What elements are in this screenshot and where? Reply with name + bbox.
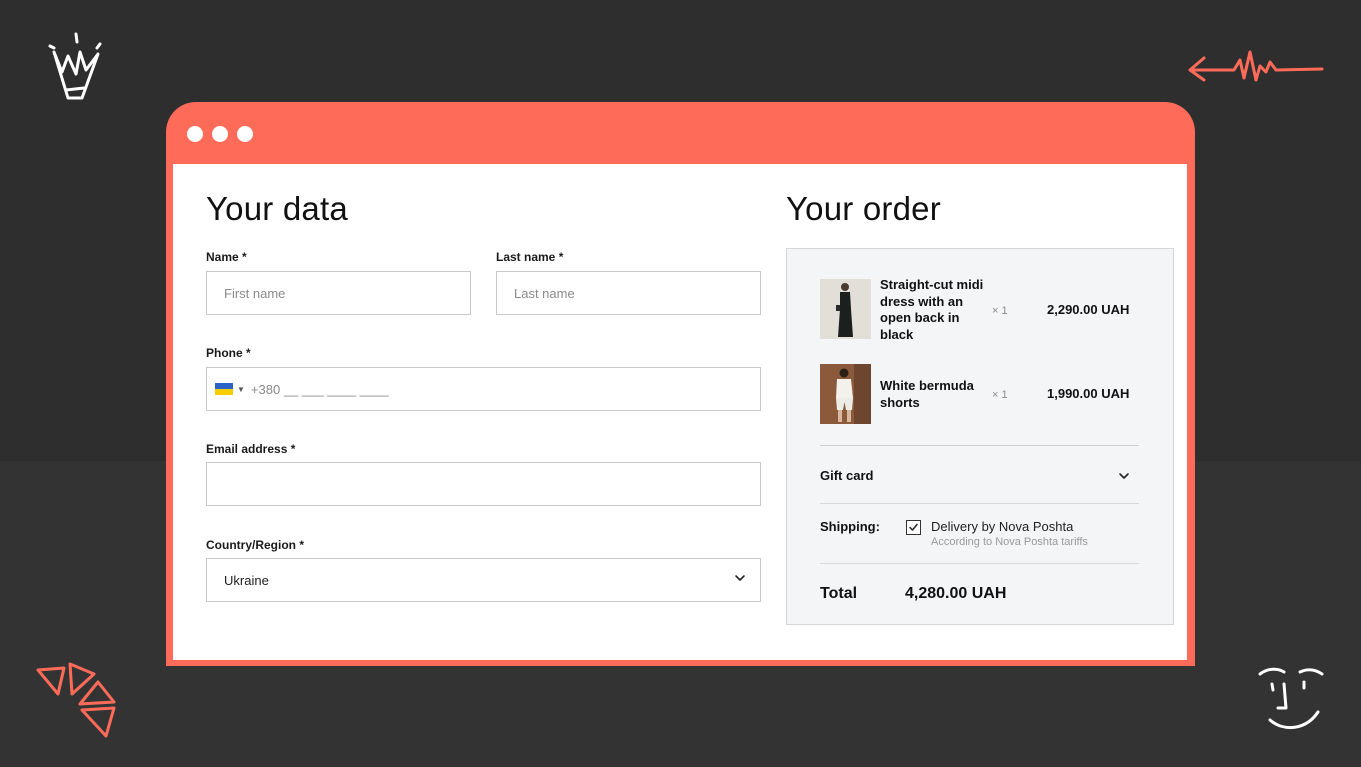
ukraine-flag-icon[interactable] bbox=[215, 383, 233, 395]
divider bbox=[820, 445, 1139, 446]
browser-window: Your data Name * First name Last name * … bbox=[166, 102, 1195, 666]
divider bbox=[820, 563, 1139, 564]
item-name: White bermuda shorts bbox=[880, 378, 974, 410]
your-order-heading: Your order bbox=[786, 190, 941, 227]
country-value: Ukraine bbox=[224, 572, 269, 588]
last-name-label: Last name * bbox=[496, 250, 564, 264]
phone-label: Phone * bbox=[206, 346, 251, 360]
window-dot[interactable] bbox=[187, 126, 203, 142]
total-value: 4,280.00 UAH bbox=[905, 585, 1007, 602]
email-field[interactable] bbox=[206, 462, 761, 506]
email-label: Email address * bbox=[206, 442, 296, 456]
divider bbox=[820, 503, 1139, 504]
country-code-dropdown-icon[interactable]: ▼ bbox=[237, 385, 245, 394]
window-dot[interactable] bbox=[212, 126, 228, 142]
first-name-placeholder: First name bbox=[224, 285, 286, 301]
item-price: 1,990.00 UAH bbox=[1047, 386, 1130, 401]
shorts-product-image[interactable] bbox=[820, 364, 871, 424]
dress-product-image[interactable] bbox=[820, 279, 871, 339]
item-price: 2,290.00 UAH bbox=[1047, 302, 1130, 317]
first-name-field[interactable]: First name bbox=[206, 271, 471, 315]
item-qty: × 1 bbox=[992, 305, 1008, 317]
chevron-down-icon[interactable] bbox=[1118, 469, 1130, 487]
country-select[interactable]: Ukraine bbox=[206, 558, 761, 602]
item-name: Straight-cut midi dress with an open bac… bbox=[880, 277, 984, 342]
order-summary: Straight-cut midi dress with an open bac… bbox=[786, 248, 1174, 625]
phone-field[interactable]: ▼ +380 __ ___ ____ ____ bbox=[206, 367, 761, 411]
shipping-option[interactable]: Delivery by Nova Poshta bbox=[931, 519, 1073, 534]
shipping-label: Shipping: bbox=[820, 519, 880, 534]
phone-placeholder: +380 __ ___ ____ ____ bbox=[250, 381, 389, 397]
crown-doodle-icon bbox=[46, 30, 106, 104]
item-qty: × 1 bbox=[992, 389, 1008, 401]
name-label: Name * bbox=[206, 250, 247, 264]
last-name-placeholder: Last name bbox=[514, 285, 575, 301]
window-dot[interactable] bbox=[237, 126, 253, 142]
shipping-note: According to Nova Poshta tariffs bbox=[931, 536, 1088, 548]
face-doodle-icon bbox=[1256, 664, 1326, 734]
window-controls bbox=[187, 126, 253, 142]
last-name-field[interactable]: Last name bbox=[496, 271, 761, 315]
your-data-heading: Your data bbox=[206, 190, 348, 227]
fan-doodle-icon bbox=[34, 660, 120, 740]
country-label: Country/Region * bbox=[206, 538, 304, 552]
shipping-checkbox[interactable] bbox=[906, 520, 921, 535]
arrow-zigzag-doodle-icon bbox=[1186, 46, 1326, 86]
total-label: Total bbox=[820, 585, 858, 602]
checkout-page: Your data Name * First name Last name * … bbox=[173, 164, 1187, 660]
chevron-down-icon bbox=[734, 572, 746, 587]
gift-card-toggle[interactable]: Gift card bbox=[820, 468, 873, 483]
